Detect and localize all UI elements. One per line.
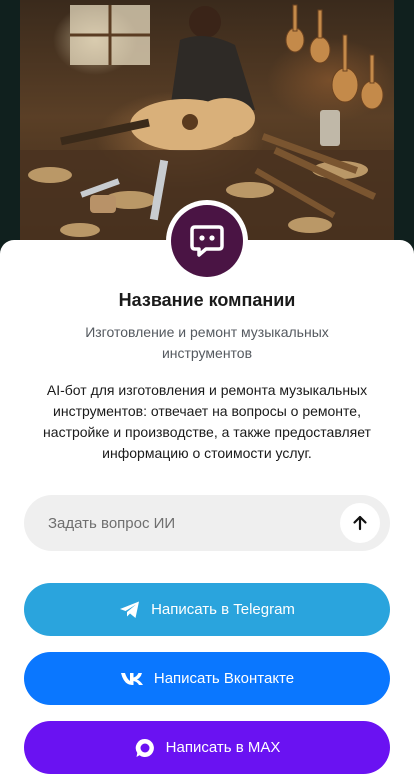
chat-bubble-icon: [190, 225, 224, 257]
telegram-button-label: Написать в Telegram: [151, 601, 295, 618]
max-button[interactable]: Написать в MAX: [24, 721, 390, 774]
arrow-up-icon: [353, 515, 367, 531]
telegram-icon: [119, 600, 141, 620]
ask-ai-field: [24, 495, 390, 551]
company-name: Название компании: [118, 290, 296, 310]
send-button[interactable]: [340, 503, 380, 543]
max-button-label: Написать в MAX: [165, 739, 281, 756]
ask-ai-input[interactable]: [48, 495, 338, 551]
max-icon: [134, 737, 156, 759]
hero-border-left: [0, 0, 20, 260]
vk-button-label: Написать Вконтакте: [153, 670, 295, 687]
company-avatar: [166, 200, 248, 282]
company-subtitle: Изготовление и ремонт музыкальных инстру…: [85, 324, 329, 361]
telegram-button[interactable]: Написать в Telegram: [24, 583, 390, 636]
hero-border-right: [394, 0, 414, 260]
avatar-circle: [171, 205, 243, 277]
vk-icon: [120, 672, 144, 686]
company-description: AI-бот для изготовления и ремонта музыка…: [43, 382, 371, 461]
vk-button[interactable]: Написать Вконтакте: [24, 652, 390, 705]
